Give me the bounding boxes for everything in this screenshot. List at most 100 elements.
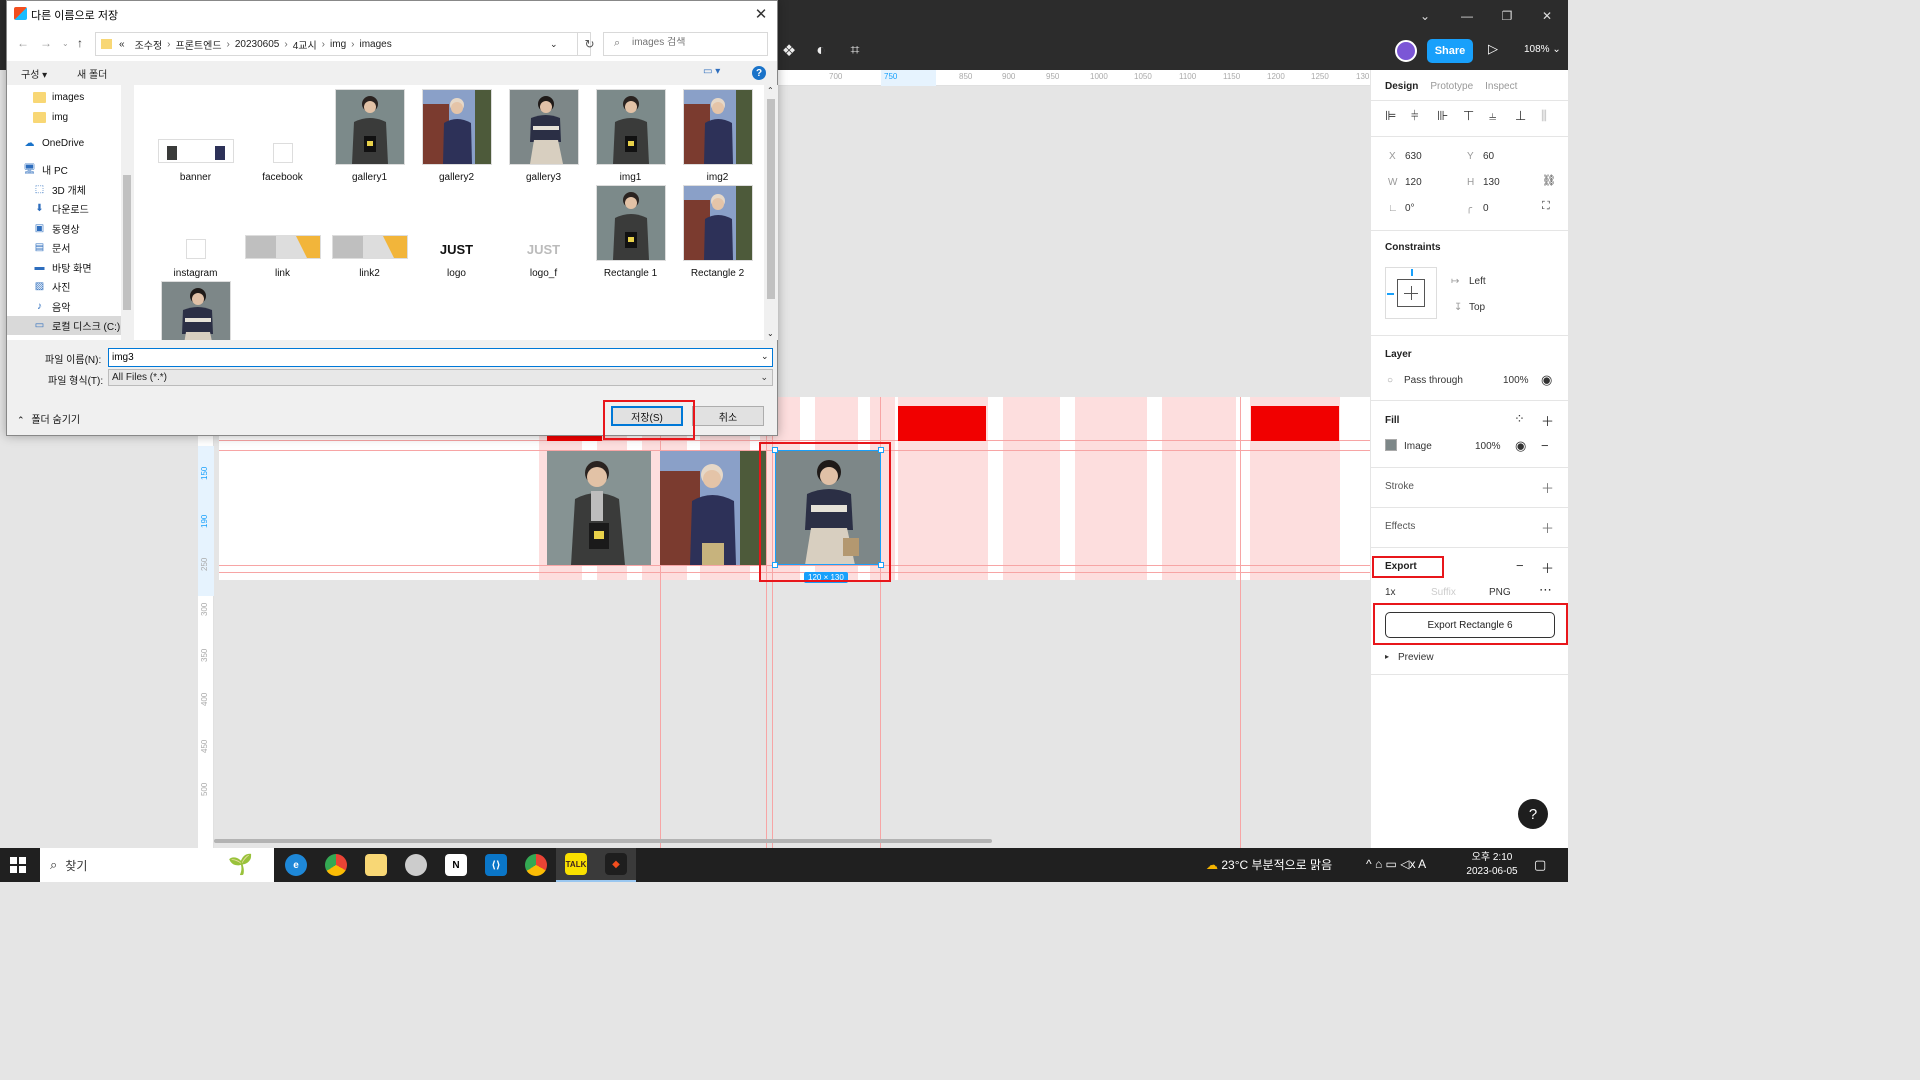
paint-app[interactable] bbox=[396, 848, 436, 882]
forward-arrow-icon[interactable]: → bbox=[40, 36, 52, 50]
close-icon[interactable]: ✕ bbox=[1527, 0, 1567, 31]
up-arrow-icon[interactable]: ↑ bbox=[77, 36, 83, 50]
layer-opacity-field[interactable]: 100% bbox=[1503, 375, 1529, 386]
remove-fill-icon[interactable]: − bbox=[1541, 438, 1549, 453]
nav-item[interactable]: 🖥 내 PC bbox=[7, 160, 121, 179]
file-item[interactable] bbox=[152, 281, 239, 340]
play-icon[interactable]: ▷ bbox=[1488, 41, 1498, 57]
y-field[interactable]: 60 bbox=[1483, 151, 1494, 162]
export-scale-dropdown[interactable]: 1x bbox=[1385, 587, 1396, 598]
nav-item[interactable]: ⬚ 3D 개체 bbox=[7, 180, 121, 199]
nav-item[interactable]: ▨ 사진 bbox=[7, 277, 121, 296]
tab-design[interactable]: Design bbox=[1385, 81, 1418, 92]
file-item[interactable]: instagram bbox=[152, 185, 239, 279]
remove-export-icon[interactable]: − bbox=[1516, 558, 1524, 573]
share-button[interactable]: Share bbox=[1427, 39, 1473, 63]
filename-input[interactable] bbox=[108, 348, 773, 367]
help-button[interactable]: ? bbox=[1518, 799, 1548, 829]
constraint-vertical-dropdown[interactable]: Top bbox=[1469, 302, 1485, 313]
new-folder-button[interactable]: 새 폴더 bbox=[77, 66, 107, 81]
x-field[interactable]: 630 bbox=[1405, 151, 1422, 162]
horizontal-scrollbar[interactable] bbox=[214, 839, 992, 843]
minimize-icon[interactable]: — bbox=[1447, 0, 1487, 31]
rotation-field[interactable]: 0° bbox=[1405, 203, 1415, 214]
cancel-button[interactable]: 취소 bbox=[692, 406, 764, 426]
component-icon[interactable]: ❖ bbox=[777, 39, 801, 63]
align-top-icon[interactable]: ⊤ bbox=[1463, 108, 1474, 124]
vscode-app[interactable]: ⟨⟩ bbox=[476, 848, 516, 882]
organize-menu[interactable]: 구성 ▾ bbox=[21, 66, 47, 81]
radius-field[interactable]: 0 bbox=[1483, 203, 1489, 214]
disclosure-triangle-icon[interactable]: ▸ bbox=[1385, 652, 1389, 661]
breadcrumb-separator[interactable]: › bbox=[351, 39, 354, 50]
file-list-scrollbar[interactable]: ⌃ ⌄ bbox=[764, 85, 778, 340]
explorer-app[interactable] bbox=[356, 848, 396, 882]
file-item[interactable]: gallery3 bbox=[500, 89, 587, 183]
zoom-dropdown[interactable]: 108% ⌄ bbox=[1524, 44, 1561, 55]
constraint-horizontal-dropdown[interactable]: Left bbox=[1469, 276, 1486, 287]
constrain-proportions-icon[interactable]: ⛓ bbox=[1542, 174, 1556, 187]
tab-prototype[interactable]: Prototype bbox=[1430, 81, 1473, 92]
contrast-icon[interactable]: ◐ bbox=[809, 39, 833, 63]
preview-toggle[interactable]: Preview bbox=[1398, 652, 1434, 663]
nav-scrollbar[interactable] bbox=[121, 85, 133, 340]
more-options-icon[interactable]: ⋯ bbox=[1539, 582, 1552, 598]
fill-opacity-field[interactable]: 100% bbox=[1475, 441, 1501, 452]
distribute-icon[interactable]: ⫼ bbox=[1541, 108, 1547, 124]
independent-corners-icon[interactable]: ⛶ bbox=[1542, 200, 1550, 213]
search-input[interactable] bbox=[632, 37, 762, 48]
notification-icon[interactable]: ▢ bbox=[1534, 857, 1546, 873]
restore-icon[interactable]: ❐ bbox=[1487, 0, 1527, 31]
file-item[interactable]: gallery2 bbox=[413, 89, 500, 183]
filetype-select[interactable]: All Files (*.*) ⌄ bbox=[108, 369, 773, 386]
chevron-down-icon[interactable]: ⌄ bbox=[550, 39, 558, 50]
chrome-app[interactable] bbox=[316, 848, 356, 882]
taskbar-search[interactable]: ⌕ 찾기 🌱 bbox=[40, 848, 274, 882]
file-item[interactable]: banner bbox=[152, 89, 239, 183]
crop-icon[interactable]: ⌗ bbox=[843, 39, 867, 63]
blend-mode-dropdown[interactable]: Pass through bbox=[1404, 375, 1463, 386]
search-box[interactable]: ⌕ bbox=[603, 32, 768, 56]
kakaotalk-app[interactable]: TALK bbox=[556, 848, 596, 882]
add-effect-icon[interactable]: ＋ bbox=[1541, 518, 1554, 537]
back-arrow-icon[interactable]: ← bbox=[17, 36, 29, 50]
file-item[interactable]: gallery1 bbox=[326, 89, 413, 183]
tab-inspect[interactable]: Inspect bbox=[1485, 81, 1517, 92]
fill-image-swatch[interactable] bbox=[1385, 439, 1397, 451]
align-bottom-icon[interactable]: ⊥ bbox=[1515, 108, 1526, 124]
add-stroke-icon[interactable]: ＋ bbox=[1541, 478, 1554, 497]
notion-app[interactable]: N bbox=[436, 848, 476, 882]
figma-app[interactable]: ◆ bbox=[596, 848, 636, 882]
help-icon[interactable]: ? bbox=[752, 66, 766, 80]
nav-item[interactable]: ▣ 동영상 bbox=[7, 219, 121, 238]
file-item[interactable]: facebook bbox=[239, 89, 326, 183]
add-fill-icon[interactable]: ＋ bbox=[1541, 411, 1554, 430]
align-right-icon[interactable]: ⊪ bbox=[1437, 108, 1448, 124]
export-suffix-input[interactable]: Suffix bbox=[1431, 587, 1456, 598]
address-bar[interactable]: « 조수정 › 프론트엔드 › 20230605 › 4교시 › img › i… bbox=[95, 32, 591, 56]
weather-widget[interactable]: ☁ 23°C 부분적으로 맑음 bbox=[1206, 856, 1332, 873]
chrome-app-2[interactable] bbox=[516, 848, 556, 882]
edge-app[interactable]: e bbox=[276, 848, 316, 882]
nav-item[interactable]: ☁ OneDrive bbox=[7, 134, 121, 153]
nav-item[interactable]: img bbox=[7, 108, 121, 127]
nav-item[interactable]: ▬ 바탕 화면 bbox=[7, 258, 121, 277]
eye-icon[interactable]: ◉ bbox=[1515, 438, 1526, 454]
file-item[interactable]: img1 bbox=[587, 89, 674, 183]
chevron-down-icon[interactable]: ⌄ bbox=[1405, 0, 1445, 31]
breadcrumb-overflow[interactable]: « bbox=[119, 39, 125, 50]
refresh-icon[interactable]: ↻ bbox=[577, 32, 601, 56]
breadcrumb-separator[interactable]: › bbox=[227, 39, 230, 50]
breadcrumb-item[interactable]: img bbox=[330, 39, 346, 50]
file-item[interactable]: link bbox=[239, 185, 326, 279]
windows-start-icon[interactable] bbox=[10, 857, 26, 873]
breadcrumb-separator[interactable]: › bbox=[167, 39, 170, 50]
breadcrumb-item[interactable]: 조수정 bbox=[135, 37, 163, 52]
red-rectangle[interactable] bbox=[1251, 406, 1339, 441]
canvas-photo-boy[interactable] bbox=[547, 451, 651, 565]
nav-item[interactable]: ⬇ 다운로드 bbox=[7, 199, 121, 218]
breadcrumb-separator[interactable]: › bbox=[284, 39, 287, 50]
breadcrumb-item[interactable]: 20230605 bbox=[235, 39, 280, 50]
file-item[interactable]: Rectangle 1 bbox=[587, 185, 674, 279]
file-item[interactable]: link2 bbox=[326, 185, 413, 279]
